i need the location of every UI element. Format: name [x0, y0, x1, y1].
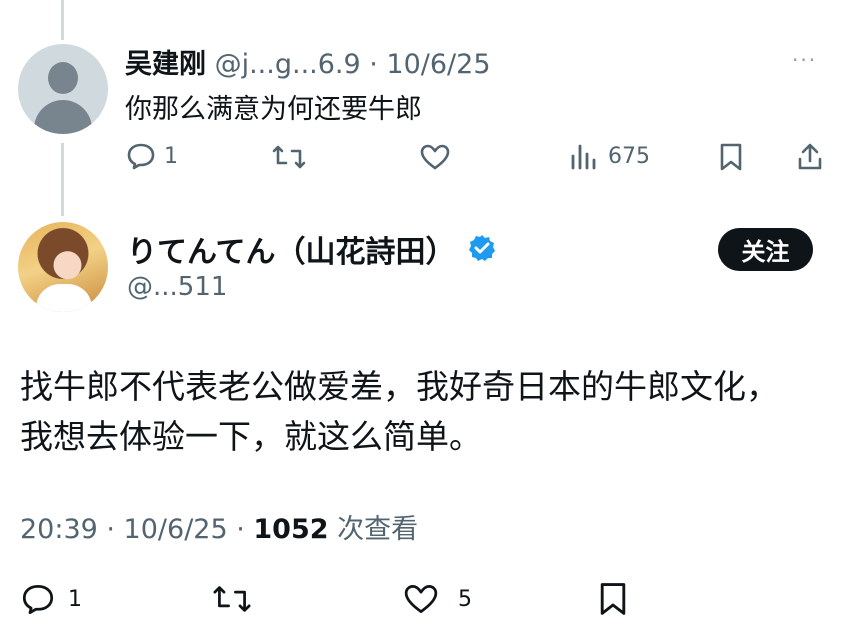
tweet-meta: 20:39 · 10/6/25 · 1052 次查看: [20, 507, 418, 546]
author-handle[interactable]: @...511: [127, 272, 227, 302]
tweet-views-label: 次查看: [328, 514, 419, 545]
reply-author-name[interactable]: 吴建刚: [125, 49, 206, 80]
reply-header: 吴建刚 @j...g...6.9 · 10/6/25: [125, 42, 491, 81]
retweet-icon: [272, 145, 306, 169]
views-count: 675: [608, 143, 650, 169]
reply-text: 你那么满意为何还要牛郎: [125, 94, 422, 125]
reply-count: 1: [164, 143, 178, 169]
author-name[interactable]: りてんてん（山花詩田）: [127, 227, 456, 271]
reply-author-handle[interactable]: @j...g...6.9: [215, 49, 361, 80]
main-reply-button[interactable]: 1: [20, 583, 82, 615]
tweet-timestamp[interactable]: 20:39 · 10/6/25 ·: [20, 514, 253, 545]
avatar-head-shape: [48, 62, 78, 94]
tweet-text: 找牛郎不代表老公做爱差，我好奇日本的牛郎文化， 我想去体验一下，就这么简单。: [20, 362, 779, 462]
retweet-button[interactable]: [272, 143, 306, 171]
reply-avatar[interactable]: [18, 44, 108, 134]
tweet-views-count: 1052: [253, 514, 329, 545]
main-like-button[interactable]: 5: [402, 583, 472, 615]
main-like-count: 5: [458, 586, 472, 612]
like-button[interactable]: [419, 143, 451, 171]
reply-date[interactable]: · 10/6/25: [369, 49, 490, 80]
bookmark-icon: [720, 143, 742, 171]
avatar-shirt-shape: [36, 284, 92, 312]
share-icon: [798, 143, 822, 170]
bookmark-icon: [600, 583, 626, 615]
tweet-text-line-1: 找牛郎不代表老公做爱差，我好奇日本的牛郎文化，: [20, 367, 779, 406]
views-chart-icon: [571, 144, 596, 170]
comment-icon: [127, 143, 155, 170]
more-options-icon[interactable]: ···: [792, 48, 817, 72]
author-avatar[interactable]: [18, 222, 108, 312]
heart-icon: [420, 144, 450, 170]
comment-icon: [22, 585, 54, 615]
thread-line: [61, 143, 64, 216]
views-button[interactable]: 675: [570, 142, 650, 170]
main-bookmark-button[interactable]: [597, 581, 629, 617]
share-button[interactable]: [796, 141, 824, 171]
retweet-icon: [213, 586, 251, 612]
tweet-text-line-2: 我想去体验一下，就这么简单。: [20, 417, 482, 456]
heart-icon: [404, 585, 438, 613]
avatar-body-shape: [34, 100, 92, 134]
reply-action-button[interactable]: 1: [126, 142, 178, 170]
bookmark-button[interactable]: [718, 142, 744, 172]
thread-line-top: [61, 0, 64, 40]
follow-button[interactable]: 关注: [718, 228, 813, 271]
main-retweet-button[interactable]: [212, 583, 252, 615]
verified-badge-icon: [469, 235, 495, 261]
main-reply-count: 1: [68, 586, 82, 612]
